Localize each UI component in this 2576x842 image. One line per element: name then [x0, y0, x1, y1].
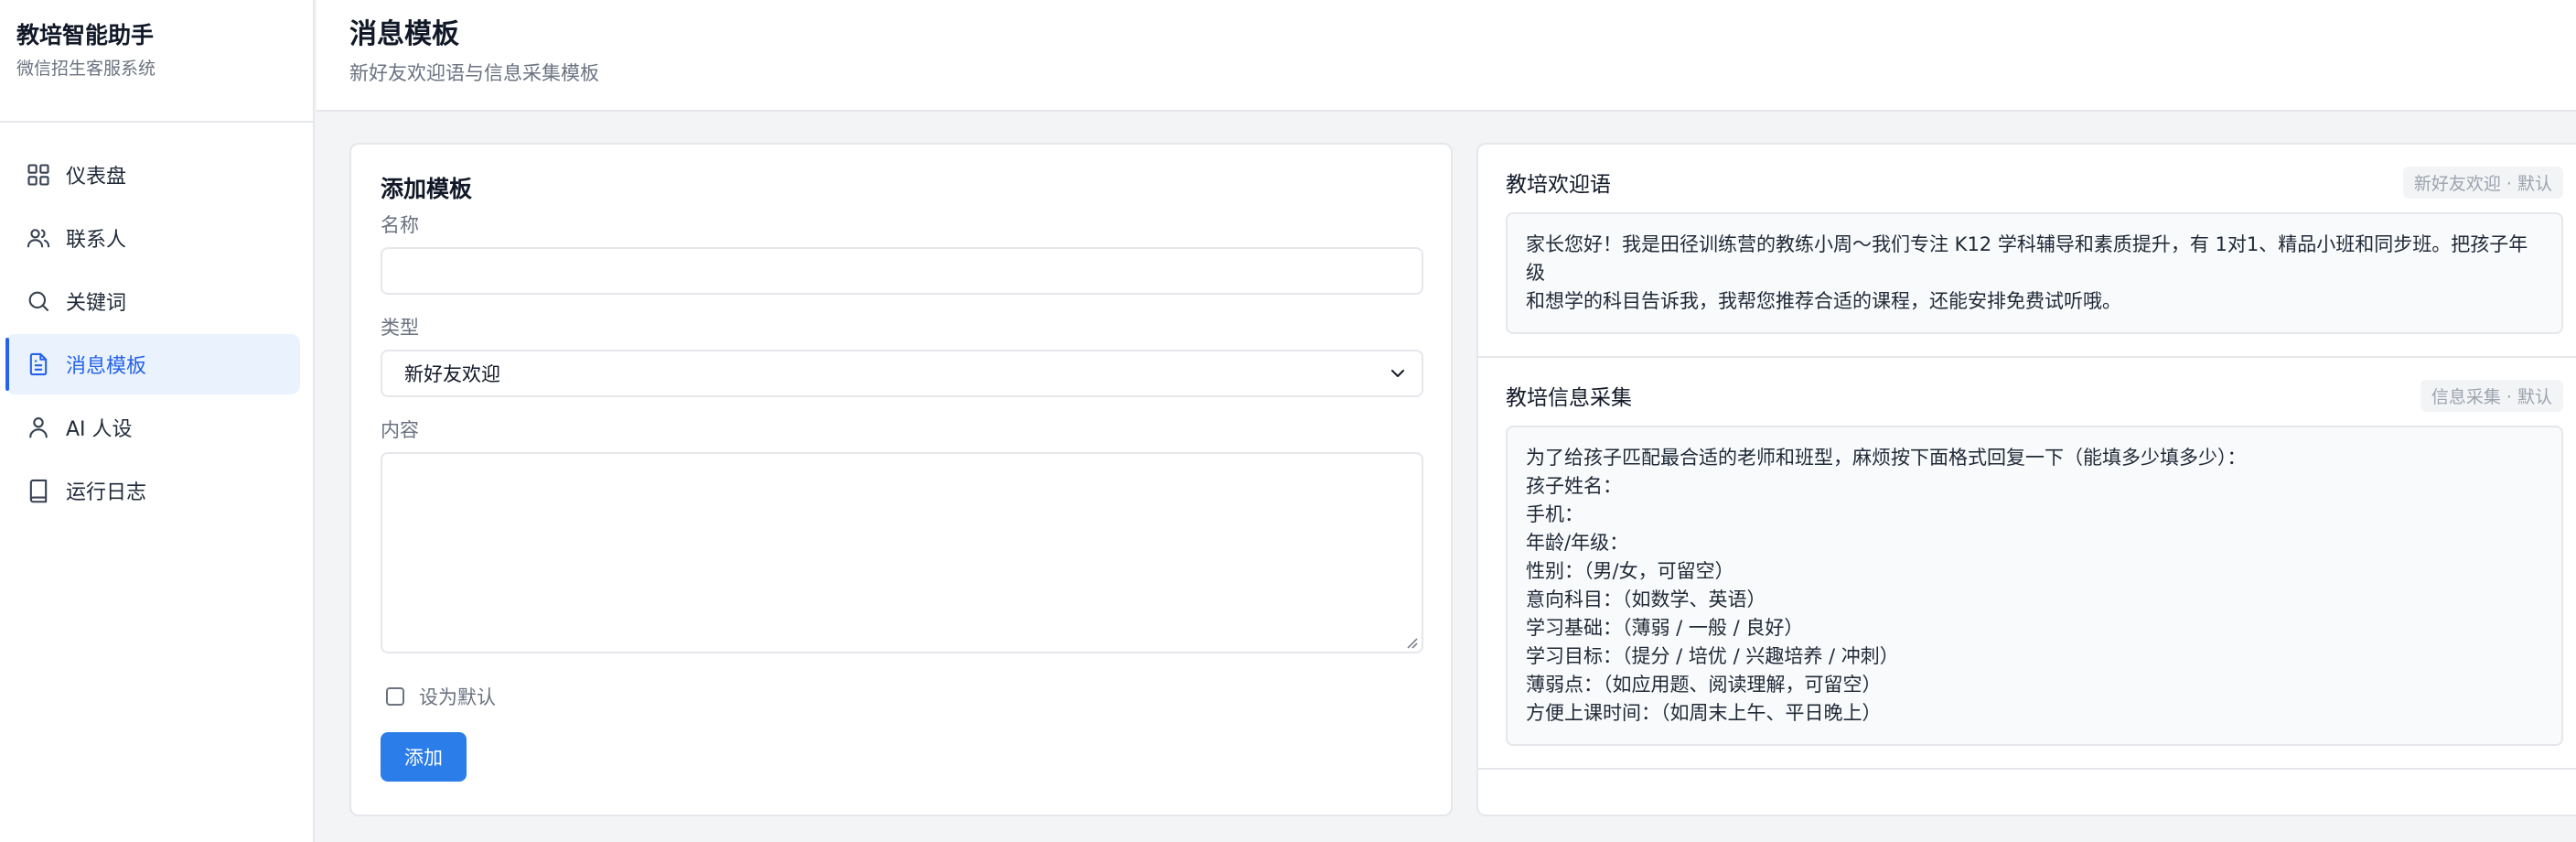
name-label: 名称: [381, 214, 419, 236]
form-title: 添加模板: [381, 176, 473, 202]
sidebar-nav: 仪表盘 联系人 关键词 消息模板 AI 人设 运行日志: [0, 123, 313, 521]
users-icon: [26, 225, 51, 251]
sidebar-item-label: 联系人: [66, 229, 127, 252]
default-checkbox-label: 设为默认: [419, 686, 496, 708]
page-subtitle: 新好友欢迎语与信息采集模板: [349, 62, 599, 84]
content-textarea[interactable]: [381, 452, 1423, 653]
page-header: 消息模板 新好友欢迎语与信息采集模板: [317, 0, 2576, 112]
sidebar-item-keywords[interactable]: 关键词: [5, 271, 300, 331]
default-checkbox-row[interactable]: 设为默认: [381, 683, 1422, 710]
template-content: 家长您好！我是田径训练营的教练小周～我们专注 K12 学科辅导和素质提升，有 1…: [1506, 212, 2563, 334]
search-icon: [26, 288, 51, 314]
template-line: 学习基础：（薄弱 / 一般 / 良好）: [1526, 617, 1804, 639]
sidebar-item-label: 消息模板: [66, 355, 147, 378]
add-button[interactable]: 添加: [381, 732, 467, 782]
name-input[interactable]: [381, 247, 1423, 295]
sidebar-item-dashboard[interactable]: 仪表盘: [5, 145, 300, 205]
app-title: 教培智能助手: [16, 22, 155, 49]
sidebar-item-templates[interactable]: 消息模板: [5, 334, 300, 394]
template-line: 手机：: [1526, 503, 1583, 525]
default-checkbox[interactable]: [386, 687, 404, 706]
user-icon: [26, 415, 51, 440]
template-line: 方便上课时间：（如周末上午、平日晚上）: [1526, 702, 1882, 724]
template-badge: 新好友欢迎 · 默认: [2402, 166, 2563, 199]
sidebar-item-label: 运行日志: [66, 481, 147, 504]
template-line: 学习目标：（提分 / 培优 / 兴趣培养 / 冲刺）: [1526, 645, 1899, 667]
sidebar-item-label: 仪表盘: [66, 166, 127, 189]
sidebar-item-ai-persona[interactable]: AI 人设: [5, 397, 300, 458]
type-label: 类型: [381, 317, 419, 339]
content-label: 内容: [381, 419, 419, 441]
sidebar-item-contacts[interactable]: 联系人: [5, 208, 300, 268]
template-name: 教培信息采集: [1506, 386, 1632, 410]
template-line: 和想学的科目告诉我，我帮您推荐合适的课程，还能安排免费试听哦。: [1526, 290, 2121, 312]
template-line: 薄弱点：（如应用题、阅读理解，可留空）: [1526, 674, 1882, 696]
document-icon: [26, 351, 51, 377]
template-line: 意向科目：（如数学、英语）: [1526, 588, 1766, 610]
template-line: 年龄/年级：: [1526, 532, 1629, 554]
sidebar-item-label: 关键词: [66, 292, 127, 315]
template-name: 教培欢迎语: [1506, 173, 1611, 197]
add-template-card: 添加模板 名称 类型 新好友欢迎 内容 设为默认 添加: [349, 143, 1453, 816]
template-item[interactable]: 教培欢迎语 新好友欢迎 · 默认 家长您好！我是田径训练营的教练小周～我们专注 …: [1478, 145, 2576, 358]
grid-icon: [26, 162, 51, 188]
template-badge: 信息采集 · 默认: [2420, 379, 2563, 412]
book-icon: [26, 478, 51, 503]
template-item[interactable]: 教培信息采集 信息采集 · 默认 为了给孩子匹配最合适的老师和班型，麻烦按下面格…: [1478, 358, 2576, 770]
app-subtitle: 微信招生客服系统: [16, 59, 156, 79]
template-line: 孩子姓名：: [1526, 475, 1622, 497]
page-title: 消息模板: [349, 18, 459, 50]
template-list-card: 教培欢迎语 新好友欢迎 · 默认 家长您好！我是田径训练营的教练小周～我们专注 …: [1476, 143, 2576, 816]
sidebar: 教培智能助手 微信招生客服系统 仪表盘 联系人 关键词 消息模板 AI 人设 运…: [0, 0, 315, 842]
template-content: 为了给孩子匹配最合适的老师和班型，麻烦按下面格式回复一下（能填多少填多少）： 孩…: [1506, 426, 2563, 746]
type-select[interactable]: 新好友欢迎: [381, 350, 1423, 397]
resize-handle-icon[interactable]: [1405, 635, 1418, 649]
type-select-value: 新好友欢迎: [404, 363, 500, 385]
template-line: 为了给孩子匹配最合适的老师和班型，麻烦按下面格式回复一下（能填多少填多少）：: [1526, 447, 2247, 469]
chevron-down-icon: [1387, 362, 1409, 384]
sidebar-item-label: AI 人设: [66, 418, 133, 441]
template-line: 家长您好！我是田径训练营的教练小周～我们专注 K12 学科辅导和素质提升，有 1…: [1526, 233, 2528, 284]
sidebar-item-logs[interactable]: 运行日志: [5, 460, 300, 521]
template-line: 性别：（男/女，可留空）: [1526, 560, 1734, 582]
brand: 教培智能助手 微信招生客服系统: [0, 0, 313, 123]
